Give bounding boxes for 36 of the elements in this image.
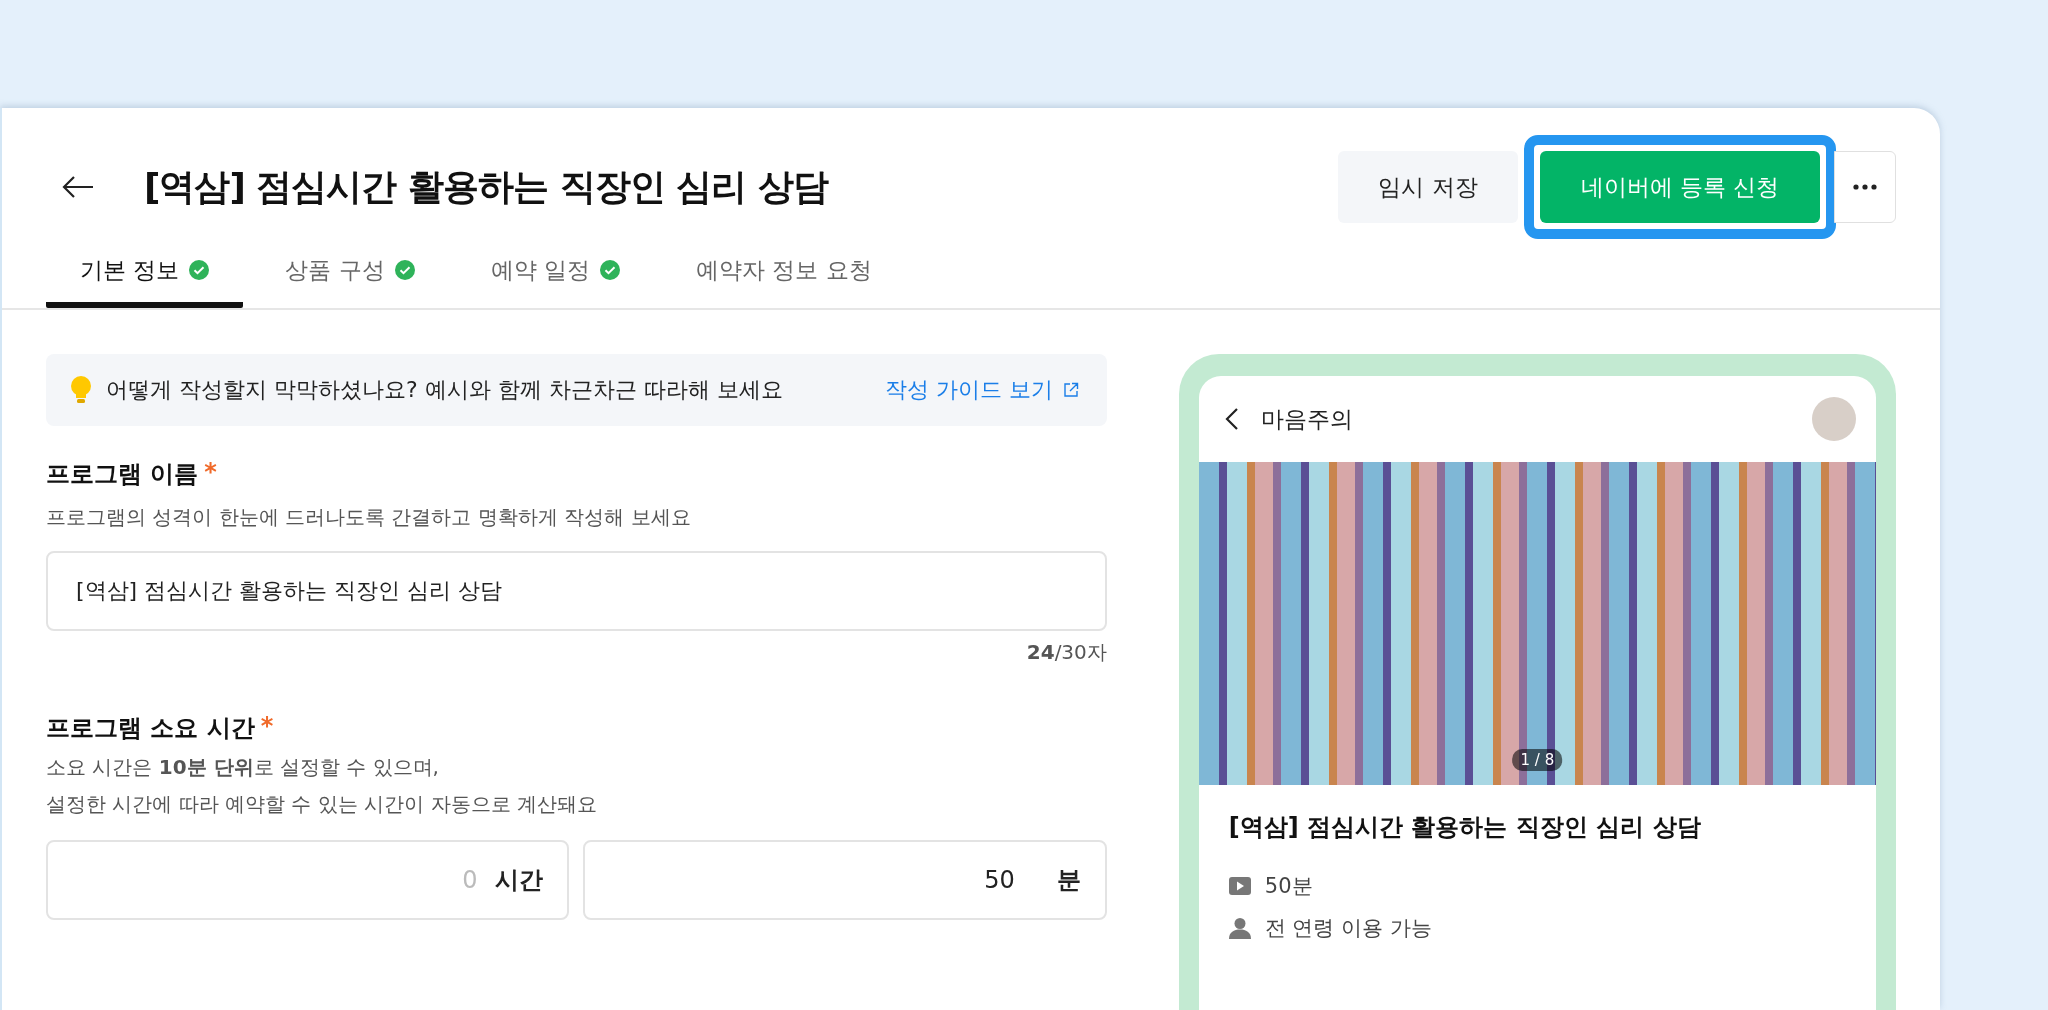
tab[interactable]: 예약자 정보 요청 (661, 244, 906, 308)
field-description: 설정한 시간에 따라 예약할 수 있는 시간이 자동으로 계산돼요 (46, 791, 598, 818)
required-mark: * (204, 458, 217, 488)
preview-title: [역삼] 점심시간 활용하는 직장인 심리 상담 (1228, 812, 1702, 843)
tab[interactable]: 상품 구성 (251, 244, 449, 308)
meta-text: 50분 (1264, 873, 1313, 900)
tab-label: 기본 정보 (80, 255, 180, 285)
avatar (1812, 397, 1856, 441)
field-label: 프로그램 이름 (46, 459, 199, 490)
name-input[interactable]: [역삼] 점심시간 활용하는 직장인 심리 상담 (46, 551, 1107, 631)
save-draft-button[interactable]: 임시 저장 (1338, 151, 1518, 223)
person-icon (1228, 917, 1251, 939)
external-link-icon (1062, 382, 1079, 398)
tab-label: 예약자 정보 요청 (695, 255, 872, 285)
store-name: 마음주의 (1260, 404, 1354, 434)
required-mark: * (260, 712, 274, 742)
character-counter: 24/30자 (1025, 639, 1107, 666)
back-chevron-icon[interactable] (1224, 407, 1239, 431)
guide-link[interactable]: 작성 가이드 보기 (884, 375, 1079, 405)
tab-label: 상품 구성 (285, 255, 385, 285)
tab[interactable]: 기본 정보 (46, 244, 244, 308)
tab-label: 예약 일정 (490, 255, 590, 285)
lightbulb-icon (70, 376, 92, 404)
hint-text: 어떻게 작성할지 막막하셨나요? 예시와 함께 차근차근 따라해 보세요 (106, 376, 784, 404)
page-counter: 1 / 8 (1512, 749, 1563, 771)
play-icon (1228, 877, 1251, 895)
field-description: 소요 시간은 10분 단위로 설정할 수 있으며, (46, 754, 440, 781)
field-description: 프로그램의 성격이 한눈에 드러나도록 간결하고 명확하게 작성해 보세요 (46, 504, 692, 531)
more-icon (1853, 184, 1877, 190)
page-title: [역삼] 점심시간 활용하는 직장인 심리 상담 (144, 164, 828, 209)
tab[interactable]: 예약 일정 (456, 244, 654, 308)
unit-label: 분 (1056, 865, 1081, 896)
back-arrow-icon[interactable] (62, 175, 94, 199)
meta-text: 전 연령 이용 가능 (1264, 915, 1432, 942)
field-label: 프로그램 소요 시간 (46, 713, 255, 744)
unit-label: 시간 (495, 865, 544, 896)
